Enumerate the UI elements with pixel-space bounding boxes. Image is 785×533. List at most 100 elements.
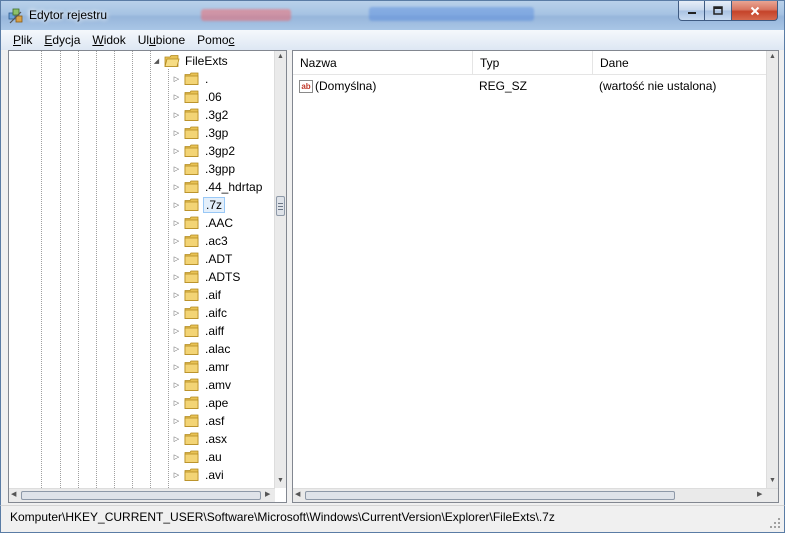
scroll-up-icon[interactable]: ▲ (277, 51, 284, 63)
tree-node[interactable]: ▷ .avi (172, 466, 226, 484)
tree-node[interactable]: ▷ .ac3 (172, 232, 230, 250)
collapsed-arrow-icon[interactable]: ▷ (172, 399, 181, 408)
tree-node[interactable]: ▷ .3g2 (172, 106, 230, 124)
collapsed-arrow-icon[interactable]: ▷ (172, 381, 181, 390)
column-header-data[interactable]: Dane (593, 51, 778, 75)
list-vertical-scrollbar[interactable]: ▲ ▼ (766, 51, 778, 488)
tree-horizontal-scroll-thumb[interactable] (21, 491, 261, 500)
collapsed-arrow-icon[interactable]: ▷ (172, 327, 181, 336)
collapsed-arrow-icon[interactable]: ▷ (172, 453, 181, 462)
collapsed-arrow-icon[interactable]: ▷ (172, 363, 181, 372)
tree-vertical-scrollbar[interactable]: ▲ ▼ (274, 51, 286, 488)
key-tree-pane[interactable]: ◢ FileExts ▷. ▷ .06 ▷ .3g2 ▷ .3gp ▷ .3gp2 ▷ .3gpp ▷… (8, 50, 287, 503)
tree-node[interactable]: ▷ .3gpp (172, 160, 237, 178)
collapsed-arrow-icon[interactable]: ▷ (172, 111, 181, 120)
collapsed-arrow-icon[interactable]: ▷ (172, 309, 181, 318)
tree-node[interactable]: ▷ .alac (172, 340, 232, 358)
column-header-name[interactable]: Nazwa (293, 51, 473, 75)
tree-node-label: .3gp (205, 126, 229, 140)
tree-node[interactable]: ▷ .amv (172, 376, 233, 394)
tree-rows: ◢ FileExts ▷. ▷ .06 ▷ .3g2 ▷ .3gp ▷ .3gp2 ▷ .3gpp ▷… (9, 51, 275, 488)
collapsed-arrow-icon[interactable]: ▷ (172, 417, 181, 426)
tree-node-label: .ac3 (205, 234, 228, 248)
folder-icon (184, 414, 200, 428)
tree-node-label: .AAC (205, 216, 234, 230)
menu-ulubione[interactable]: Ulubione (132, 30, 191, 50)
collapsed-arrow-icon[interactable]: ▷ (172, 93, 181, 102)
collapsed-arrow-icon[interactable]: ▷ (172, 183, 181, 192)
collapsed-arrow-icon[interactable]: ▷ (172, 435, 181, 444)
scroll-left-icon[interactable]: ◀ (295, 489, 300, 501)
list-horizontal-scroll-thumb[interactable] (305, 491, 675, 500)
tree-node-label: FileExts (185, 54, 228, 68)
close-button[interactable] (732, 1, 778, 21)
title-bar[interactable]: Edytor rejestru (0, 0, 785, 30)
resize-grip-icon[interactable] (769, 517, 781, 529)
tree-node-label: .aiff (205, 324, 225, 338)
menu-pomoc[interactable]: Pomoc (191, 30, 240, 50)
tree-node[interactable]: ▷. (172, 70, 210, 88)
collapsed-arrow-icon[interactable]: ▷ (172, 219, 181, 228)
tree-node-fileexts[interactable]: ◢ FileExts (152, 52, 230, 70)
maximize-button[interactable] (705, 1, 732, 21)
tree-node[interactable]: ▷ .7z (172, 196, 226, 214)
tree-node[interactable]: ▷ .asf (172, 412, 226, 430)
folder-icon (184, 72, 200, 86)
tree-node-label: .ADTS (205, 270, 241, 284)
collapsed-arrow-icon[interactable]: ▷ (172, 345, 181, 354)
collapsed-arrow-icon[interactable]: ▷ (172, 291, 181, 300)
caption-buttons (678, 1, 778, 21)
menu-plik[interactable]: Plik (7, 30, 38, 50)
collapsed-arrow-icon[interactable]: ▷ (172, 129, 181, 138)
tree-node-label: .06 (205, 90, 222, 104)
scroll-left-icon[interactable]: ◀ (11, 489, 16, 501)
scroll-up-icon[interactable]: ▲ (769, 51, 776, 63)
minimize-button[interactable] (678, 1, 705, 21)
list-item[interactable]: ab (Domyślna) REG_SZ (wartość nie ustalo… (293, 77, 778, 95)
collapsed-arrow-icon[interactable]: ▷ (172, 471, 181, 480)
folder-icon (184, 378, 200, 392)
tree-node-label: .alac (205, 342, 231, 356)
tree-node[interactable]: ▷ .ADT (172, 250, 234, 268)
folder-icon (184, 216, 200, 230)
menu-edycja[interactable]: Edycja (38, 30, 86, 50)
collapsed-arrow-icon[interactable]: ▷ (172, 147, 181, 156)
folder-icon (184, 270, 200, 284)
collapsed-arrow-icon[interactable]: ▷ (172, 165, 181, 174)
scroll-down-icon[interactable]: ▼ (277, 475, 284, 487)
tree-node[interactable]: ▷ .asx (172, 430, 229, 448)
tree-node[interactable]: ▷ .ADTS (172, 268, 242, 286)
tree-node[interactable]: ▷ .amr (172, 358, 231, 376)
tree-node[interactable]: ▷ .ape (172, 394, 230, 412)
tree-node[interactable]: ▷ .3gp2 (172, 142, 237, 160)
collapsed-arrow-icon[interactable]: ▷ (172, 273, 181, 282)
value-data: (wartość nie ustalona) (599, 79, 717, 93)
tree-node[interactable]: ▷ .aif (172, 286, 223, 304)
tree-horizontal-scrollbar[interactable]: ◀ ▶ (9, 488, 275, 502)
tree-node[interactable]: ▷ .44_hdrtap (172, 178, 264, 196)
tree-node[interactable]: ▷ .3gp (172, 124, 230, 142)
values-list-pane[interactable]: Nazwa Typ Dane ab (Domyślna) REG_SZ (war… (292, 50, 779, 503)
regedit-app-icon[interactable] (7, 7, 25, 25)
column-header-type[interactable]: Typ (473, 51, 593, 75)
tree-node[interactable]: ▷ .AAC (172, 214, 235, 232)
tree-node[interactable]: ▷ .06 (172, 88, 224, 106)
scroll-right-icon[interactable]: ▶ (757, 489, 762, 501)
menu-widok[interactable]: Widok (86, 30, 131, 50)
tree-node[interactable]: ▷ .aiff (172, 322, 226, 340)
collapsed-arrow-icon[interactable]: ▷ (172, 201, 181, 210)
collapsed-arrow-icon[interactable]: ▷ (172, 255, 181, 264)
scroll-down-icon[interactable]: ▼ (769, 475, 776, 487)
tree-node-label: . (205, 72, 209, 86)
collapsed-arrow-icon[interactable]: ▷ (172, 237, 181, 246)
string-value-icon: ab (299, 79, 313, 93)
folder-icon (184, 360, 200, 374)
tree-node-label: .7z (203, 197, 226, 213)
tree-vertical-scroll-thumb[interactable] (276, 196, 285, 216)
tree-node[interactable]: ▷ .au (172, 448, 224, 466)
tree-node[interactable]: ▷ .aifc (172, 304, 229, 322)
collapsed-arrow-icon[interactable]: ▷ (172, 75, 181, 84)
expanded-arrow-icon[interactable]: ◢ (152, 57, 161, 66)
list-horizontal-scrollbar[interactable]: ◀ ▶ (293, 488, 778, 502)
scroll-right-icon[interactable]: ▶ (265, 489, 270, 501)
